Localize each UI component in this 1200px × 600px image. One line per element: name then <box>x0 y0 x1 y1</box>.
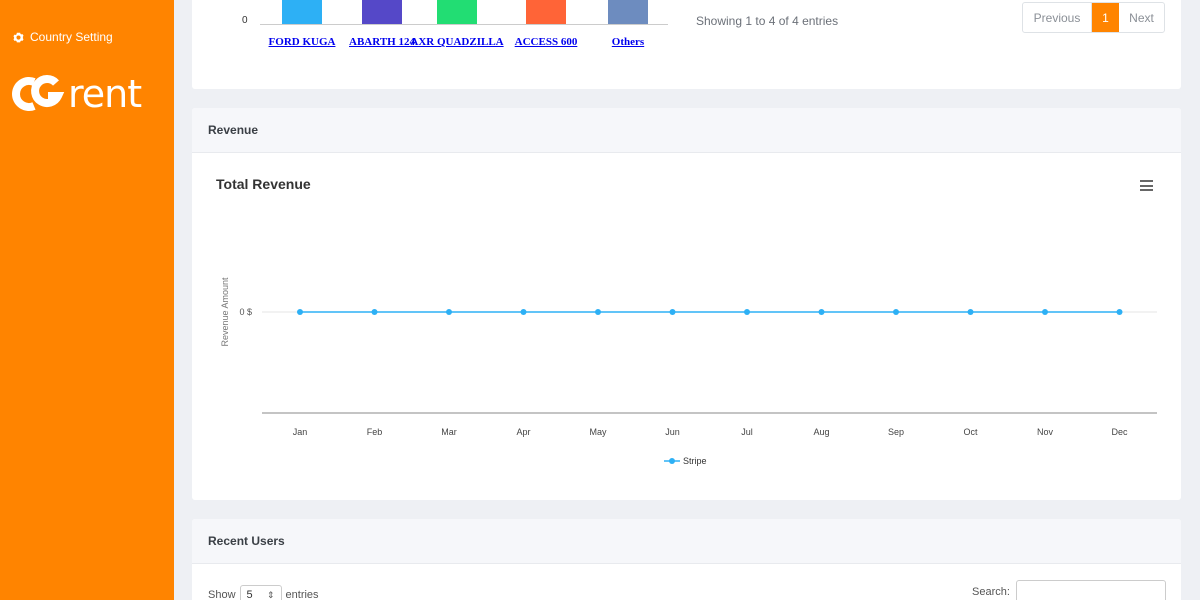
bar-chart-baseline <box>260 24 668 25</box>
previous-button[interactable]: Previous <box>1023 3 1092 32</box>
x-tick-label: Oct <box>963 427 978 437</box>
x-tick-label: Apr <box>516 427 530 437</box>
data-point <box>744 309 750 315</box>
table-info: Showing 1 to 4 of 4 entries <box>696 14 839 28</box>
y-tick-label: 0 $ <box>239 307 252 317</box>
data-point <box>520 309 527 315</box>
vehicles-card: 0 FORD KUGA ABARTH 124 AXR QUADZILLA ACCESS… <box>192 0 1181 89</box>
page-1-button[interactable]: 1 <box>1092 3 1119 32</box>
data-point <box>297 309 303 315</box>
bar-ford-kuga <box>282 0 322 24</box>
gear-icon <box>13 32 24 42</box>
x-tick-label: Sep <box>888 427 904 437</box>
entries-label: entries <box>285 589 319 600</box>
x-tick-label: Aug <box>813 427 829 437</box>
x-tick-label: Feb <box>367 427 383 437</box>
revenue-card: Revenue 0 $ Revenue Amount Jan Feb Mar Apr May… <box>192 108 1181 500</box>
x-tick-label: Jun <box>665 427 680 437</box>
logo-text: rent <box>68 72 142 116</box>
entries-value: 5 <box>246 589 253 600</box>
data-point <box>1042 309 1048 315</box>
logo-mark-icon <box>12 75 65 111</box>
recent-users-header: Recent Users <box>192 519 1181 564</box>
recent-users-card: Recent Users Show 5 ⇕ entries Search: <box>192 519 1181 600</box>
chart-menu-icon[interactable] <box>1140 180 1153 191</box>
x-tick-label: Jan <box>293 427 308 437</box>
bar-others <box>608 0 648 24</box>
search-input[interactable] <box>1015 580 1166 600</box>
select-arrows-icon: ⇕ <box>266 589 275 600</box>
y-tick-zero: 0 <box>242 15 248 26</box>
x-tick-label: May <box>589 427 607 437</box>
data-point <box>446 309 452 315</box>
bar-label[interactable]: ABARTH 124 <box>349 36 415 48</box>
sidebar-item-country-setting[interactable]: Country Setting <box>13 30 113 44</box>
sidebar: Country Setting rent <box>0 0 174 600</box>
bar-label[interactable]: AXR QUADZILLA <box>410 36 503 48</box>
show-label: Show <box>208 589 236 600</box>
x-tick-label: Jul <box>741 427 753 437</box>
next-button[interactable]: Next <box>1119 3 1164 32</box>
x-tick-label: Dec <box>1111 427 1128 437</box>
search-label: Search: <box>972 586 1010 598</box>
data-point <box>595 309 601 315</box>
legend-marker <box>669 458 675 464</box>
data-point <box>371 309 378 315</box>
bar-label[interactable]: Others <box>612 36 644 48</box>
revenue-chart: 0 $ Revenue Amount Jan Feb Mar Apr May Jun Jul Au… <box>220 277 1157 466</box>
data-point <box>967 309 974 315</box>
data-point <box>893 309 899 315</box>
pagination: Previous 1 Next <box>1022 2 1165 33</box>
logo[interactable]: rent <box>12 72 142 116</box>
bar-label[interactable]: ACCESS 600 <box>515 36 578 48</box>
y-axis-label: Revenue Amount <box>220 277 230 347</box>
bar-access-600 <box>526 0 566 24</box>
x-tick-label: Nov <box>1037 427 1054 437</box>
entries-select[interactable]: 5 ⇕ <box>239 585 282 600</box>
sidebar-item-label: Country Setting <box>30 30 113 44</box>
bar-label[interactable]: FORD KUGA <box>269 36 336 48</box>
legend-label: Stripe <box>683 456 707 466</box>
x-tick-label: Mar <box>441 427 457 437</box>
data-point <box>1116 309 1123 315</box>
data-point <box>669 309 676 315</box>
data-point <box>818 309 825 315</box>
show-entries: Show 5 ⇕ entries <box>208 585 319 600</box>
search: Search: <box>972 580 1166 600</box>
bar-axr-quadzilla <box>437 0 477 24</box>
chart-title: Total Revenue <box>216 176 311 192</box>
bar-abarth-124 <box>362 0 402 24</box>
